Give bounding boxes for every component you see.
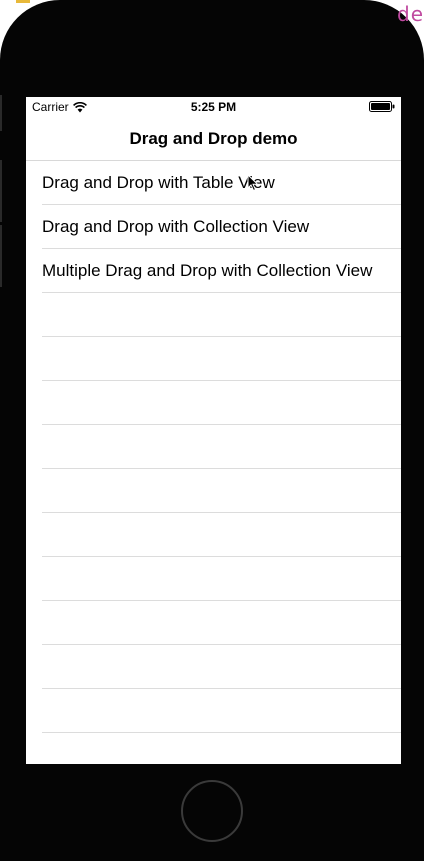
empty-row bbox=[26, 689, 401, 733]
status-bar: Carrier 5:25 PM bbox=[26, 97, 401, 117]
home-button[interactable] bbox=[181, 780, 243, 842]
table-row-collection-view-demo[interactable]: Drag and Drop with Collection View bbox=[26, 205, 401, 249]
row-label: Multiple Drag and Drop with Collection V… bbox=[42, 261, 373, 280]
desktop-background-accent bbox=[16, 0, 30, 3]
empty-row bbox=[26, 293, 401, 337]
mouse-cursor-icon bbox=[247, 174, 259, 192]
iphone-device-frame: Carrier 5:25 PM Drag and Drop demo Drag … bbox=[0, 0, 424, 861]
desktop-background-text: de bbox=[397, 2, 424, 26]
table-row-table-view-demo[interactable]: Drag and Drop with Table View bbox=[26, 161, 401, 205]
volume-up-button bbox=[0, 160, 2, 222]
table-row-multiple-collection-view-demo[interactable]: Multiple Drag and Drop with Collection V… bbox=[26, 249, 401, 293]
empty-row bbox=[26, 557, 401, 601]
empty-row bbox=[26, 645, 401, 689]
status-time: 5:25 PM bbox=[190, 100, 237, 114]
device-screen: Carrier 5:25 PM Drag and Drop demo Drag … bbox=[26, 97, 401, 764]
menu-table[interactable]: Drag and Drop with Table View Drag and D… bbox=[26, 161, 401, 764]
nav-title: Drag and Drop demo bbox=[129, 128, 298, 148]
empty-row bbox=[26, 733, 401, 764]
row-label: Drag and Drop with Collection View bbox=[42, 217, 310, 236]
volume-down-button bbox=[0, 225, 2, 287]
empty-row bbox=[26, 337, 401, 381]
empty-row bbox=[26, 469, 401, 513]
simulator-stage: Carrier 5:25 PM Drag and Drop demo Drag … bbox=[0, 0, 424, 861]
empty-row bbox=[26, 601, 401, 645]
empty-row bbox=[26, 513, 401, 557]
row-label: Drag and Drop with Table View bbox=[42, 173, 275, 192]
empty-row bbox=[26, 425, 401, 469]
mute-switch bbox=[0, 95, 2, 131]
battery-icon bbox=[369, 101, 395, 112]
empty-row bbox=[26, 381, 401, 425]
navigation-bar: Drag and Drop demo bbox=[26, 117, 401, 161]
